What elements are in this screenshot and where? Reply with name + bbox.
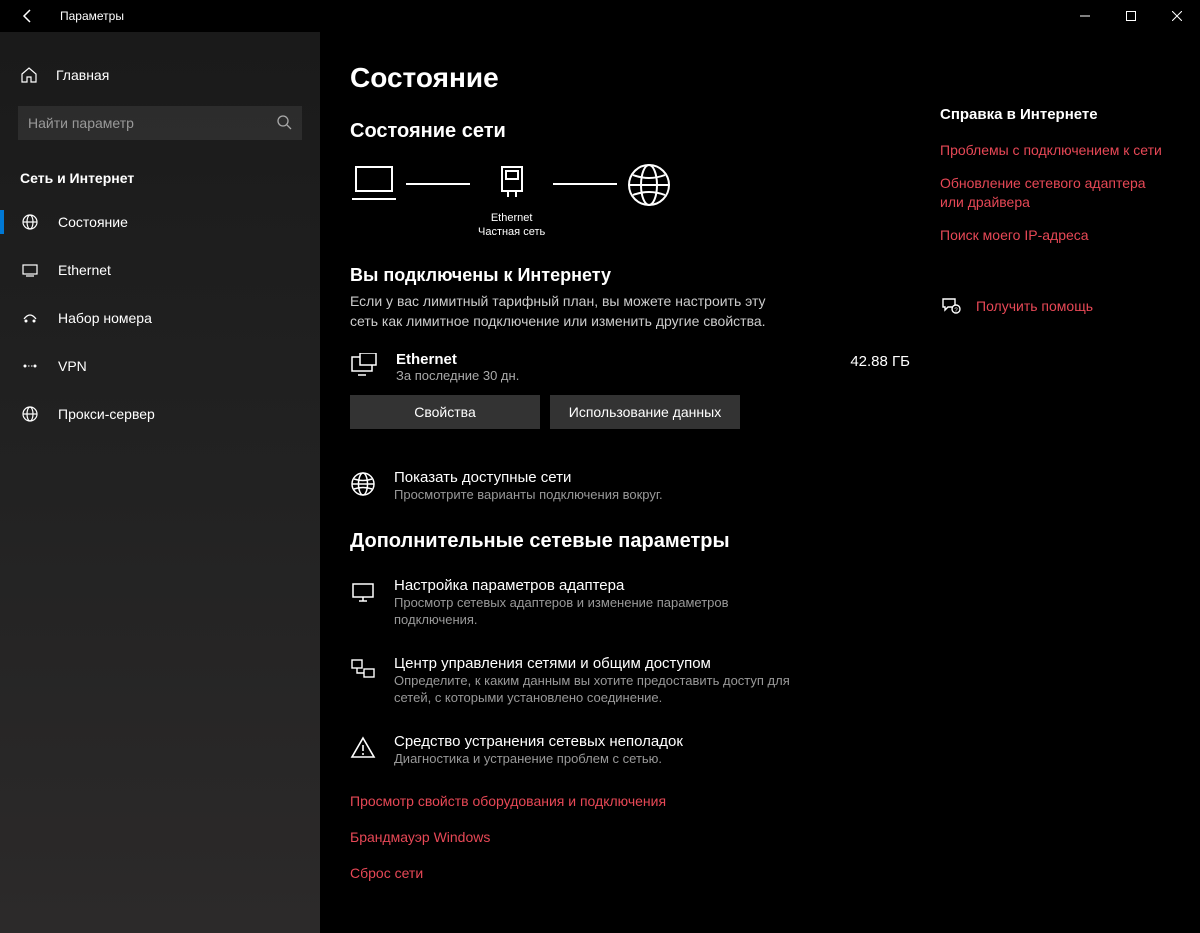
connection-row: Ethernet За последние 30 дн. 42.88 ГБ — [350, 351, 910, 383]
close-icon — [1172, 11, 1182, 21]
nav-item-status[interactable]: Состояние — [0, 198, 320, 246]
minimize-icon — [1080, 11, 1090, 21]
warning-icon — [350, 735, 378, 761]
nav-item-dialup[interactable]: Набор номера — [0, 294, 320, 342]
adapter-settings-item[interactable]: Настройка параметров адаптера Просмотр с… — [350, 577, 910, 629]
adapter-icon — [350, 579, 378, 605]
back-button[interactable] — [8, 0, 48, 32]
search-input[interactable] — [18, 106, 302, 140]
nav-item-label: Прокси-сервер — [58, 406, 155, 422]
hw-props-link[interactable]: Просмотр свойств оборудования и подключе… — [350, 793, 910, 809]
dialup-icon — [20, 309, 40, 327]
page-title: Состояние — [350, 62, 910, 94]
maximize-button[interactable] — [1108, 0, 1154, 32]
nav-item-ethernet[interactable]: Ethernet — [0, 246, 320, 294]
network-reset-link[interactable]: Сброс сети — [350, 865, 910, 881]
chat-help-icon: ? — [940, 295, 964, 317]
ethernet-icon — [20, 261, 40, 279]
properties-button[interactable]: Свойства — [350, 395, 540, 429]
vpn-icon — [20, 357, 40, 375]
sidebar: Главная Сеть и Интернет Состояние Ethern… — [0, 32, 320, 933]
nic-icon — [494, 161, 530, 205]
globe-icon — [625, 161, 673, 209]
home-label: Главная — [56, 67, 109, 83]
connected-title: Вы подключены к Интернету — [350, 265, 910, 286]
sharing-desc: Определите, к каким данным вы хотите пре… — [394, 672, 794, 707]
sharing-center-item[interactable]: Центр управления сетями и общим доступом… — [350, 655, 910, 707]
troubleshoot-title: Средство устранения сетевых неполадок — [394, 733, 683, 750]
status-icon — [20, 213, 40, 231]
connected-desc: Если у вас лимитный тарифный план, вы мо… — [350, 292, 770, 331]
get-help-item[interactable]: ? Получить помощь — [940, 295, 1170, 317]
nav-item-proxy[interactable]: Прокси-сервер — [0, 390, 320, 438]
sidebar-section-title: Сеть и Интернет — [0, 160, 320, 198]
nav-item-label: Набор номера — [58, 310, 152, 326]
titlebar: Параметры — [0, 0, 1200, 32]
firewall-link[interactable]: Брандмауэр Windows — [350, 829, 910, 845]
window-title: Параметры — [60, 9, 124, 23]
nav-item-label: Состояние — [58, 214, 128, 230]
data-usage-button[interactable]: Использование данных — [550, 395, 740, 429]
home-nav-item[interactable]: Главная — [0, 56, 320, 94]
proxy-icon — [20, 405, 40, 423]
computer-icon — [350, 161, 398, 205]
arrow-left-icon — [20, 8, 36, 24]
maximize-icon — [1126, 11, 1136, 21]
connection-usage: 42.88 ГБ — [850, 351, 910, 370]
help-header: Справка в Интернете — [940, 106, 1170, 123]
globe-small-icon — [350, 471, 378, 497]
adapter-title: Настройка параметров адаптера — [394, 577, 794, 594]
available-desc: Просмотрите варианты подключения вокруг. — [394, 486, 663, 504]
net-status-heading: Состояние сети — [350, 120, 910, 143]
diagram-mid-label1: Ethernet — [478, 211, 545, 225]
minimize-button[interactable] — [1062, 0, 1108, 32]
close-button[interactable] — [1154, 0, 1200, 32]
help-link-connection[interactable]: Проблемы с подключением к сети — [940, 141, 1170, 160]
available-title: Показать доступные сети — [394, 469, 663, 486]
nav-item-vpn[interactable]: VPN — [0, 342, 320, 390]
connection-sub: За последние 30 дн. — [396, 368, 850, 383]
diagram-mid-label2: Частная сеть — [478, 225, 545, 239]
available-networks-item[interactable]: Показать доступные сети Просмотрите вари… — [350, 469, 910, 504]
troubleshoot-desc: Диагностика и устранение проблем с сетью… — [394, 750, 683, 768]
home-icon — [20, 66, 40, 84]
troubleshoot-item[interactable]: Средство устранения сетевых неполадок Ди… — [350, 733, 910, 768]
help-link-ip[interactable]: Поиск моего IP-адреса — [940, 226, 1170, 245]
help-link-driver[interactable]: Обновление сетевого адаптера или драйвер… — [940, 174, 1170, 212]
advanced-heading: Дополнительные сетевые параметры — [350, 530, 910, 553]
connection-name: Ethernet — [396, 351, 850, 368]
search-icon — [276, 114, 292, 130]
network-diagram: Ethernet Частная сеть — [350, 161, 910, 241]
adapter-desc: Просмотр сетевых адаптеров и изменение п… — [394, 594, 794, 629]
sharing-title: Центр управления сетями и общим доступом — [394, 655, 794, 672]
get-help-label: Получить помощь — [976, 298, 1093, 314]
nav-item-label: VPN — [58, 358, 87, 374]
monitor-icon — [350, 353, 382, 381]
nav-item-label: Ethernet — [58, 262, 111, 278]
sharing-icon — [350, 657, 378, 683]
